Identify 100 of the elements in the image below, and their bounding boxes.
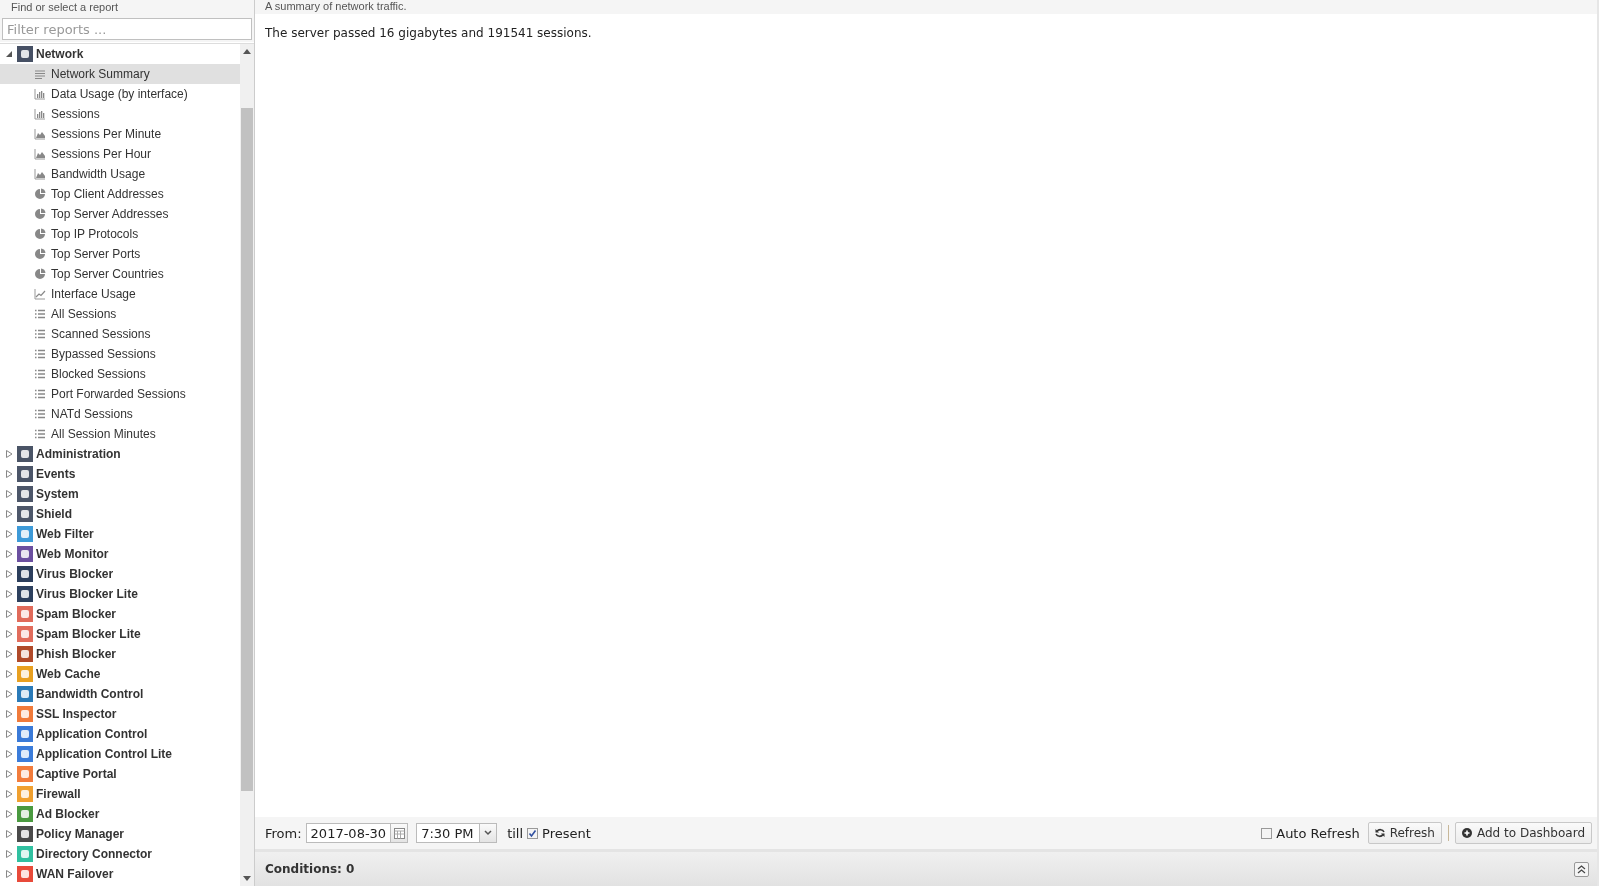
category-item[interactable]: Web Filter xyxy=(0,524,240,544)
category-item[interactable]: Shield xyxy=(0,504,240,524)
lines-icon xyxy=(34,68,46,80)
category-item[interactable]: Captive Portal xyxy=(0,764,240,784)
bar-chart-icon xyxy=(34,108,46,120)
report-item[interactable]: Interface Usage xyxy=(0,284,240,304)
report-item[interactable]: All Sessions xyxy=(0,304,240,324)
expand-icon[interactable] xyxy=(5,630,13,638)
category-item[interactable]: WAN Failover xyxy=(0,864,240,884)
expand-icon[interactable] xyxy=(5,790,13,798)
category-item[interactable]: SSL Inspector xyxy=(0,704,240,724)
report-item[interactable]: Data Usage (by interface) xyxy=(0,84,240,104)
report-item[interactable]: Network Summary xyxy=(0,64,240,84)
calendar-icon[interactable] xyxy=(393,827,405,839)
list-icon xyxy=(34,308,46,320)
report-item[interactable]: All Session Minutes xyxy=(0,424,240,444)
category-item[interactable]: Events xyxy=(0,464,240,484)
category-item[interactable]: Web Monitor xyxy=(0,544,240,564)
report-item[interactable]: Scanned Sessions xyxy=(0,324,240,344)
category-item[interactable]: System xyxy=(0,484,240,504)
category-item[interactable]: Policy Manager xyxy=(0,824,240,844)
category-item[interactable]: Virus Blocker Lite xyxy=(0,584,240,604)
till-label: till xyxy=(507,825,524,841)
category-item[interactable]: Web Cache xyxy=(0,664,240,684)
report-item[interactable]: Top Client Addresses xyxy=(0,184,240,204)
pie-chart-icon xyxy=(34,208,46,220)
plus-circle-icon xyxy=(1462,828,1472,838)
sidebar-title: Find or select a report xyxy=(10,0,119,15)
report-item[interactable]: Bypassed Sessions xyxy=(0,344,240,364)
pie-chart-icon xyxy=(34,248,46,260)
filter-field[interactable]: Filter reports ... xyxy=(2,18,252,40)
report-item[interactable]: Sessions Per Hour xyxy=(0,144,240,164)
report-item[interactable]: Port Forwarded Sessions xyxy=(0,384,240,404)
summary-text: The server passed 16 gigabytes and 191541 sessions. xyxy=(265,26,592,40)
scrollbar-thumb[interactable] xyxy=(241,108,253,791)
dropdown-caret-icon[interactable] xyxy=(484,830,493,836)
expand-icon[interactable] xyxy=(5,530,13,538)
double-chevron-icon xyxy=(1577,864,1586,874)
expand-icon[interactable] xyxy=(5,850,13,858)
expand-icon[interactable] xyxy=(5,510,13,518)
area-chart-icon xyxy=(34,128,46,140)
category-item[interactable]: Spam Blocker xyxy=(0,604,240,624)
category-item[interactable]: Phish Blocker xyxy=(0,644,240,664)
report-item[interactable]: Top Server Ports xyxy=(0,244,240,264)
expand-icon[interactable] xyxy=(5,610,13,618)
area-chart-icon xyxy=(34,148,46,160)
report-item[interactable]: Top IP Protocols xyxy=(0,224,240,244)
collapse-icon[interactable] xyxy=(5,50,13,58)
auto-refresh-checkbox[interactable] xyxy=(1261,827,1273,839)
category-item[interactable]: Virus Blocker xyxy=(0,564,240,584)
category-item[interactable]: Bandwidth Control xyxy=(0,684,240,704)
list-icon xyxy=(34,388,46,400)
report-item[interactable]: Bandwidth Usage xyxy=(0,164,240,184)
expand-icon[interactable] xyxy=(5,650,13,658)
expand-icon[interactable] xyxy=(5,750,13,758)
category-item[interactable]: Administration xyxy=(0,444,240,464)
expand-icon[interactable] xyxy=(5,690,13,698)
pie-chart-icon xyxy=(34,268,46,280)
list-icon xyxy=(34,428,46,440)
scroll-up-icon[interactable] xyxy=(243,48,251,54)
category-item[interactable]: Application Control xyxy=(0,724,240,744)
category-item[interactable]: Application Control Lite xyxy=(0,744,240,764)
list-icon xyxy=(34,328,46,340)
category-item[interactable]: Spam Blocker Lite xyxy=(0,624,240,644)
refresh-button[interactable]: Refresh xyxy=(1367,822,1442,844)
expand-icon[interactable] xyxy=(5,670,13,678)
from-label: From: xyxy=(265,825,302,841)
scroll-down-icon[interactable] xyxy=(243,876,251,882)
date-field[interactable]: 2017-08-30 xyxy=(305,823,409,843)
expand-icon[interactable] xyxy=(5,710,13,718)
expand-icon[interactable] xyxy=(5,590,13,598)
category-item[interactable]: Directory Connector xyxy=(0,844,240,864)
time-field[interactable]: 7:30 PM xyxy=(416,823,498,843)
category-item[interactable]: Firewall xyxy=(0,784,240,804)
expand-icon[interactable] xyxy=(5,730,13,738)
expand-icon[interactable] xyxy=(5,570,13,578)
refresh-icon xyxy=(1374,828,1385,838)
expand-panel-button[interactable] xyxy=(1574,861,1589,877)
report-item[interactable]: Blocked Sessions xyxy=(0,364,240,384)
expand-icon[interactable] xyxy=(5,450,13,458)
category-item[interactable]: Network xyxy=(0,44,240,64)
expand-icon[interactable] xyxy=(5,470,13,478)
expand-icon[interactable] xyxy=(5,770,13,778)
report-item[interactable]: Sessions Per Minute xyxy=(0,124,240,144)
expand-icon[interactable] xyxy=(5,810,13,818)
report-item[interactable]: Top Server Countries xyxy=(0,264,240,284)
add-to-dashboard-button[interactable]: Add to Dashboard xyxy=(1455,822,1592,844)
pie-chart-icon xyxy=(34,228,46,240)
expand-icon[interactable] xyxy=(5,870,13,878)
list-icon xyxy=(34,408,46,420)
report-item[interactable]: NATd Sessions xyxy=(0,404,240,424)
pie-chart-icon xyxy=(34,188,46,200)
report-item[interactable]: Top Server Addresses xyxy=(0,204,240,224)
expand-icon[interactable] xyxy=(5,550,13,558)
list-icon xyxy=(34,368,46,380)
expand-icon[interactable] xyxy=(5,830,13,838)
expand-icon[interactable] xyxy=(5,490,13,498)
present-checkbox[interactable] xyxy=(527,827,539,839)
category-item[interactable]: Ad Blocker xyxy=(0,804,240,824)
report-item[interactable]: Sessions xyxy=(0,104,240,124)
